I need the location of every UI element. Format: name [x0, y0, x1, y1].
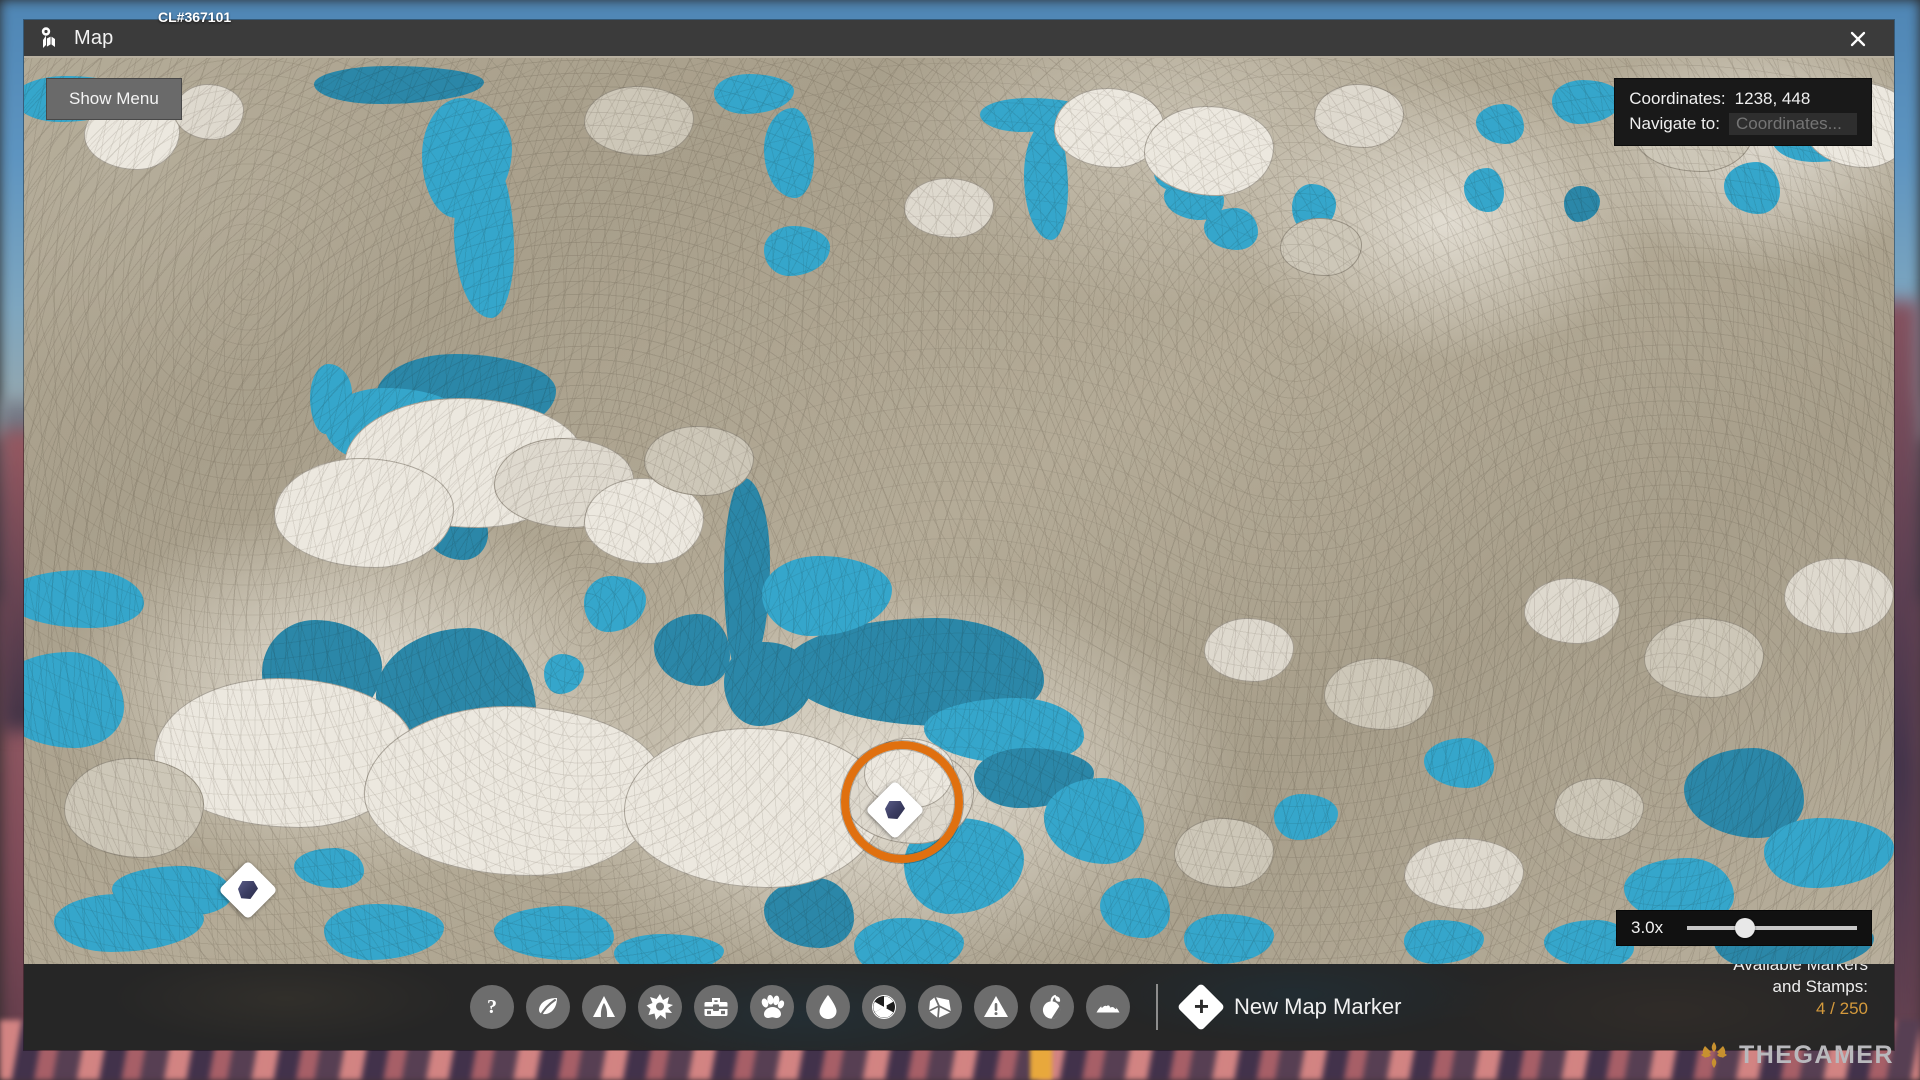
marker-button-fauna[interactable] [750, 985, 794, 1029]
window-title: Map [74, 26, 114, 49]
marker-button-mineral[interactable] [918, 985, 962, 1029]
leaf-icon [539, 998, 557, 1017]
zoom-control: 3.0x [1616, 910, 1872, 946]
navigate-row: Navigate to: [1629, 112, 1857, 137]
new-map-marker-button[interactable]: + New Map Marker [1176, 982, 1402, 1032]
rock-icon [1096, 1004, 1120, 1013]
crystal-icon [238, 881, 258, 899]
fruit-icon [1042, 994, 1061, 1019]
markers-counter-line1: Available Markers [1733, 964, 1868, 974]
navigate-input[interactable] [1729, 112, 1857, 135]
zoom-slider-handle[interactable] [1734, 918, 1755, 938]
warning-icon [984, 996, 1008, 1017]
tent-icon [593, 996, 615, 1017]
crystal-icon [885, 801, 905, 819]
map-window: Map Show Menu Coordinates: 1238, 448 Nav… [24, 20, 1894, 1050]
marker-button-danger[interactable] [974, 985, 1018, 1029]
explosion-icon [646, 994, 673, 1020]
new-map-marker-label: New Map Marker [1234, 994, 1402, 1019]
zoom-level-label: 3.0x [1631, 918, 1664, 937]
marker-toolbar: ? + New Map Marker Available Markers and… [24, 964, 1894, 1050]
marker-button-terrain[interactable] [1086, 985, 1130, 1029]
thegamer-logo-icon [1700, 1042, 1727, 1068]
marker-button-water[interactable] [806, 985, 850, 1029]
marker-button-flora[interactable] [526, 985, 570, 1029]
marker-button-hazard-blast[interactable] [638, 985, 682, 1029]
marker-button-question[interactable]: ? [470, 985, 514, 1029]
marker-icon-row: ? [470, 985, 1130, 1029]
paw-icon [761, 995, 785, 1018]
question-icon: ? [487, 996, 497, 1018]
marker-button-radiation[interactable] [862, 985, 906, 1029]
close-icon [1850, 31, 1866, 47]
markers-counter-value: 4 / 250 [1816, 998, 1868, 1018]
show-menu-button[interactable]: Show Menu [46, 78, 182, 120]
close-button[interactable] [1822, 20, 1894, 58]
coordinates-panel: Coordinates: 1238, 448 Navigate to: [1614, 78, 1872, 147]
cl-id-watermark: CL#367101 [158, 9, 232, 25]
coordinates-label: Coordinates: [1629, 89, 1726, 108]
crystal-icon [928, 996, 952, 1019]
map-viewport[interactable]: Show Menu Coordinates: 1238, 448 Navigat… [24, 58, 1894, 964]
map-pin-icon [38, 26, 60, 50]
water-drop-icon [819, 995, 837, 1019]
thegamer-watermark: THEGAMER [1697, 1038, 1894, 1072]
coordinates-value: 1238, 448 [1734, 89, 1811, 108]
coordinates-row: Coordinates: 1238, 448 [1629, 87, 1857, 112]
available-markers-counter: Available Markers and Stamps: 4 / 250 [1733, 964, 1868, 1020]
window-titlebar: Map [24, 20, 1894, 58]
diamond-plus-icon: + [1176, 982, 1226, 1032]
marker-button-supplies[interactable] [694, 985, 738, 1029]
toolbar-divider [1156, 984, 1158, 1030]
svg-text:?: ? [487, 996, 497, 1018]
markers-counter-line2: and Stamps: [1772, 976, 1868, 996]
zoom-slider-track[interactable] [1687, 918, 1857, 938]
radiation-icon [872, 995, 896, 1019]
thegamer-brand-text: THEGAMER [1738, 1040, 1894, 1069]
plus-glyph: + [1194, 991, 1210, 1022]
navigate-label: Navigate to: [1629, 113, 1720, 133]
marker-button-camp[interactable] [582, 985, 626, 1029]
toolbox-icon [704, 998, 728, 1016]
map-contour-lines [24, 58, 1894, 964]
marker-button-food[interactable] [1030, 985, 1074, 1029]
